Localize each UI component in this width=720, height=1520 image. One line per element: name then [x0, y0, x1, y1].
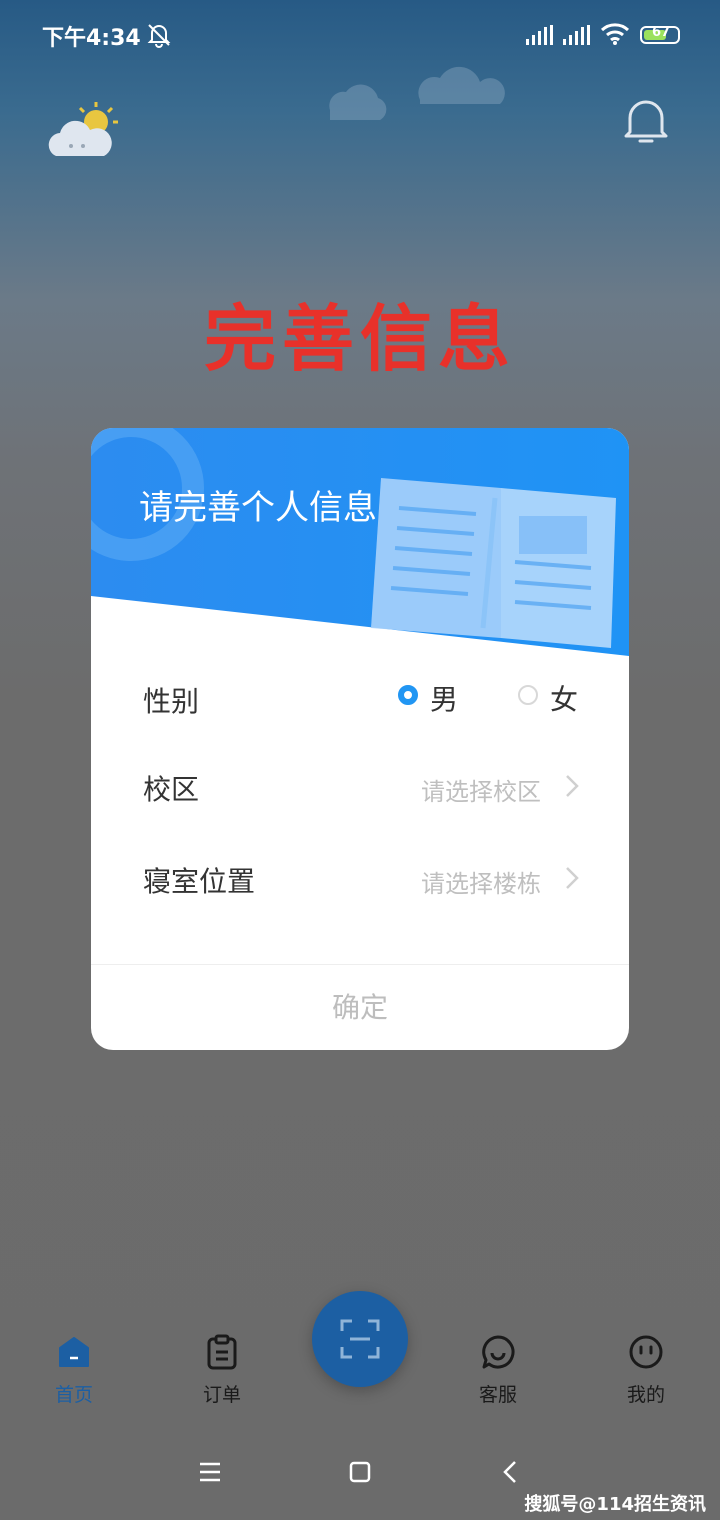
nav-label-orders: 订单: [202, 1384, 241, 1406]
back-icon: [503, 1461, 516, 1483]
bell-off-icon: [147, 24, 171, 48]
dialog-header-title: 请完善个人信息: [139, 488, 377, 528]
nav-label-home: 首页: [54, 1384, 93, 1406]
face-icon: [629, 1335, 663, 1369]
status-time: 下午4:34: [42, 26, 141, 51]
nav-item-orders[interactable]: 订单: [172, 1318, 272, 1408]
radio-unchecked-icon: [518, 685, 538, 705]
page-title: 完善信息: [203, 297, 516, 381]
home-icon: [59, 1337, 89, 1367]
gender-female-radio[interactable]: 女: [518, 682, 588, 716]
gender-row: 性别 男 女: [143, 668, 581, 728]
building-select[interactable]: 请选择楼栋: [421, 864, 541, 899]
signal-icon: [563, 25, 590, 45]
gender-male-radio[interactable]: 男: [398, 682, 468, 716]
scan-icon: [340, 1319, 380, 1359]
book-illustration: [371, 478, 616, 648]
clipboard-icon: [207, 1334, 237, 1370]
clouds-decoration: [329, 66, 505, 120]
menu-icon: [200, 1462, 220, 1482]
campus-label: 校区: [143, 773, 200, 806]
confirm-button[interactable]: 确定: [91, 965, 629, 1050]
nav-label-service: 客服: [478, 1384, 517, 1406]
nav-label-me: 我的: [626, 1384, 665, 1406]
dorm-label: 寝室位置: [143, 865, 256, 898]
complete-info-dialog: 请完善个人信息 性别 男 女 校区 请选择校区 寝室位置 请选择楼栋 确定: [91, 428, 629, 1050]
gender-label: 性别: [143, 685, 200, 718]
chevron-right-icon: [566, 867, 579, 889]
weather-icon: [48, 102, 118, 156]
watermark-text: 搜狐号@114招生资讯: [524, 1494, 706, 1515]
battery-level: 67: [652, 25, 671, 40]
chat-icon: [482, 1335, 515, 1369]
app-screen: 下午4:34 67 完善信息 请完善个人信息 性别 男 女 校区 请选择校区 寝…: [0, 0, 720, 1520]
campus-row[interactable]: 校区 请选择校区: [143, 756, 581, 816]
home-square-icon: [349, 1461, 371, 1483]
radio-checked-icon: [398, 685, 418, 705]
wifi-icon: [600, 23, 630, 45]
battery-icon: 67: [640, 25, 680, 44]
chevron-right-icon: [566, 775, 579, 797]
gender-male-label: 男: [430, 683, 459, 716]
signal-icon: [526, 25, 553, 45]
scan-button[interactable]: [312, 1291, 408, 1387]
notification-bell-icon[interactable]: [624, 96, 668, 144]
nav-item-home[interactable]: 首页: [24, 1318, 124, 1408]
nav-item-service[interactable]: 客服: [448, 1318, 548, 1408]
gender-female-label: 女: [550, 683, 579, 716]
dorm-row[interactable]: 寝室位置 请选择楼栋: [143, 848, 581, 908]
campus-select[interactable]: 请选择校区: [421, 772, 541, 807]
dialog-header-banner: [91, 428, 629, 656]
nav-item-me[interactable]: 我的: [596, 1318, 696, 1408]
